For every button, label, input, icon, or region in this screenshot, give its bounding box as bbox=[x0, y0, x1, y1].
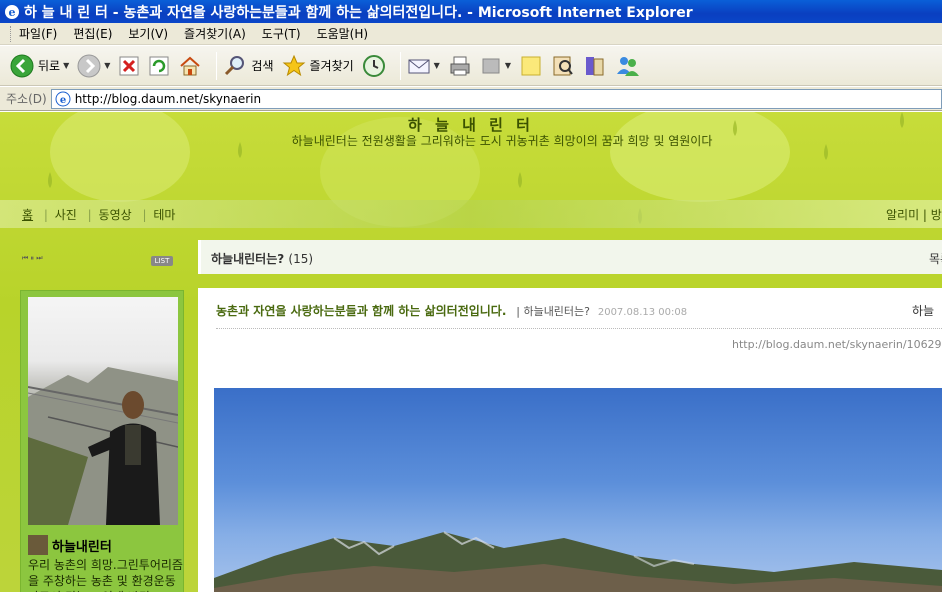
home-icon bbox=[180, 56, 201, 75]
next-track-icon[interactable]: ⏭ bbox=[36, 254, 42, 262]
menu-file[interactable]: 파일(F) bbox=[19, 25, 57, 42]
menubar-grip bbox=[10, 25, 13, 42]
nav-home[interactable]: 홈 bbox=[22, 208, 33, 222]
window-titlebar: e 하 늘 내 린 터 - 농촌과 자연을 사랑하는분들과 함께 하는 삶의터전… bbox=[0, 0, 942, 23]
research-icon bbox=[553, 56, 573, 75]
history-icon bbox=[362, 54, 385, 77]
profile-box: 하늘내린터 우리 농촌의 희망.그린투어리즘을 주창하는 농촌 및 환경운동가로… bbox=[20, 290, 184, 592]
search-icon bbox=[225, 55, 245, 75]
address-input[interactable]: e http://blog.daum.net/skynaerin bbox=[50, 88, 942, 109]
print-button[interactable] bbox=[448, 51, 472, 81]
blog-header: 하 늘 내 린 터 하늘내린터는 전원생활을 그리워하는 도시 귀농귀촌 희망이… bbox=[0, 112, 942, 237]
search-button[interactable]: 검색 bbox=[223, 51, 274, 81]
mail-icon bbox=[408, 59, 430, 73]
player-list-button[interactable]: LIST bbox=[151, 256, 173, 266]
blog-nav: 홈 | 사진 | 동영상 | 테마 bbox=[22, 206, 179, 223]
web-page: 하 늘 내 린 터 하늘내린터는 전원생활을 그리워하는 도시 귀농귀촌 희망이… bbox=[0, 112, 942, 592]
post-date: 2007.08.13 00:08 bbox=[597, 307, 688, 318]
printer-icon bbox=[450, 56, 470, 75]
refresh-button[interactable] bbox=[148, 51, 170, 81]
star-icon bbox=[282, 54, 305, 76]
window-title: 하 늘 내 린 터 - 농촌과 자연을 사랑하는분들과 함께 하는 삶의터전입니… bbox=[24, 4, 693, 21]
menu-bar: 파일(F) 편집(E) 보기(V) 즐겨찾기(A) 도구(T) 도움말(H) bbox=[0, 23, 942, 45]
page-icon: e bbox=[55, 91, 71, 106]
home-button[interactable] bbox=[178, 51, 202, 81]
toolbar-separator bbox=[216, 51, 218, 80]
menu-tools[interactable]: 도구(T) bbox=[262, 25, 301, 42]
edit-dropdown-icon[interactable]: ▼ bbox=[505, 61, 511, 70]
toolbar: 뒤로 ▼ ▼ 검색 즐겨찾기 ▼ ▼ bbox=[0, 46, 942, 86]
stop-icon bbox=[119, 56, 139, 75]
back-button[interactable]: 뒤로 ▼ bbox=[10, 51, 69, 81]
edit-button[interactable]: ▼ bbox=[480, 51, 511, 81]
category-bar: 하늘내린터는? (15) 목록 bbox=[198, 240, 942, 274]
post-header: 농촌과 자연을 사랑하는분들과 함께 하는 삶의터전입니다. | 하늘내린터는?… bbox=[216, 302, 687, 319]
post-category[interactable]: | 하늘내린터는? bbox=[516, 305, 590, 318]
profile-description: 우리 농촌의 희망.그린투어리즘을 주창하는 농촌 및 환경운동가로서 귀농도 … bbox=[28, 558, 183, 592]
blog-subtitle: 하늘내린터는 전원생활을 그리워하는 도시 귀농귀촌 희망이의 꿈과 희망 및 … bbox=[291, 134, 713, 148]
svg-text:e: e bbox=[60, 95, 66, 106]
category-name: 하늘내린터는? bbox=[211, 252, 285, 266]
nav-video[interactable]: 동영상 bbox=[99, 208, 132, 222]
back-arrow-icon bbox=[10, 54, 34, 77]
post-author-link[interactable]: 하늘 bbox=[912, 302, 934, 319]
address-bar: 주소(D) e http://blog.daum.net/skynaerin bbox=[0, 87, 942, 111]
stop-button[interactable] bbox=[118, 51, 140, 81]
nav-separator: | bbox=[43, 208, 48, 222]
favorites-label: 즐겨찾기 bbox=[309, 59, 354, 73]
forward-arrow-icon bbox=[77, 54, 101, 77]
music-player-controls: ⏮ ⏸ ⏭ bbox=[22, 254, 43, 263]
history-button[interactable] bbox=[362, 51, 386, 81]
search-label: 검색 bbox=[251, 59, 274, 73]
address-label: 주소(D) bbox=[6, 92, 47, 106]
nav-separator: | bbox=[87, 208, 92, 222]
post-divider bbox=[216, 328, 942, 329]
favorites-button[interactable]: 즐겨찾기 bbox=[282, 51, 354, 81]
category-count: (15) bbox=[288, 252, 314, 266]
messenger-button[interactable] bbox=[615, 51, 641, 81]
note-button[interactable] bbox=[519, 51, 543, 81]
menu-view[interactable]: 보기(V) bbox=[128, 25, 168, 42]
post-photo[interactable] bbox=[214, 388, 942, 592]
prev-track-icon[interactable]: ⏮ bbox=[22, 254, 28, 262]
note-icon bbox=[521, 56, 541, 75]
translate-icon bbox=[585, 56, 604, 75]
menu-help[interactable]: 도움말(H) bbox=[317, 25, 369, 42]
refresh-icon bbox=[149, 56, 169, 75]
mail-dropdown-icon[interactable]: ▼ bbox=[434, 61, 440, 70]
category-title[interactable]: 하늘내린터는? (15) bbox=[211, 250, 313, 267]
svg-text:e: e bbox=[9, 6, 16, 19]
profile-name-row: 하늘내린터 bbox=[28, 535, 112, 555]
profile-photo-scene bbox=[28, 367, 178, 525]
pause-icon[interactable]: ⏸ bbox=[31, 254, 35, 262]
nav-separator: | bbox=[142, 208, 147, 222]
forward-button[interactable]: ▼ bbox=[77, 51, 110, 81]
profile-name[interactable]: 하늘내린터 bbox=[52, 536, 112, 555]
category-list-link[interactable]: 목록 bbox=[929, 250, 942, 267]
messenger-icon bbox=[616, 56, 639, 76]
mini-avatar[interactable] bbox=[28, 535, 48, 555]
nav-theme[interactable]: 테마 bbox=[153, 208, 175, 222]
address-url: http://blog.daum.net/skynaerin bbox=[74, 91, 262, 106]
post-title[interactable]: 농촌과 자연을 사랑하는분들과 함께 하는 삶의터전입니다. bbox=[216, 304, 506, 318]
menu-edit[interactable]: 편집(E) bbox=[73, 25, 112, 42]
nav-photo[interactable]: 사진 bbox=[55, 208, 77, 222]
toolbar-separator-2 bbox=[399, 51, 401, 80]
profile-photo[interactable] bbox=[28, 297, 178, 525]
post-permalink[interactable]: http://blog.daum.net/skynaerin/1062920 bbox=[732, 338, 942, 351]
translate-button[interactable] bbox=[583, 51, 607, 81]
edit-icon bbox=[482, 58, 500, 73]
research-button[interactable] bbox=[551, 51, 575, 81]
ie-icon: e bbox=[5, 4, 19, 19]
menu-favorites[interactable]: 즐겨찾기(A) bbox=[184, 25, 246, 42]
nav-notify[interactable]: 알리미 | 방 bbox=[886, 206, 942, 223]
forward-dropdown-icon[interactable]: ▼ bbox=[104, 61, 110, 70]
mail-button[interactable]: ▼ bbox=[407, 51, 440, 81]
back-label: 뒤로 bbox=[38, 59, 61, 73]
post-area: 농촌과 자연을 사랑하는분들과 함께 하는 삶의터전입니다. | 하늘내린터는?… bbox=[198, 288, 942, 592]
back-dropdown-icon[interactable]: ▼ bbox=[63, 61, 69, 70]
mountain-landscape bbox=[214, 531, 942, 592]
